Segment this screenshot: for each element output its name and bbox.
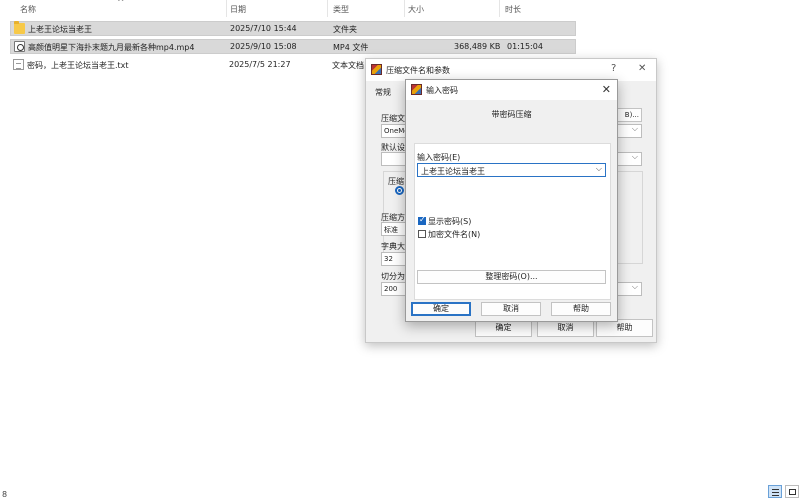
- file-date: 2025/7/10 15:44: [230, 24, 297, 33]
- file-row[interactable]: 高颜值明星下海扑末题九月最新各种mp4.mp4 2025/9/10 15:08 …: [10, 39, 576, 54]
- file-name: 密码，上老王论坛当老王.txt: [27, 61, 129, 70]
- sort-ascending-icon: ^: [117, 0, 125, 8]
- split-label: 切分为: [381, 272, 405, 281]
- winrar-icon: [371, 64, 382, 75]
- dictionary-label: 字典大: [381, 242, 405, 251]
- update-mode-dropdown[interactable]: [616, 152, 642, 166]
- file-name: 上老王论坛当老王: [28, 25, 92, 34]
- dialog-subtitle: 带密码压缩: [491, 110, 532, 119]
- show-password-checkbox[interactable]: [418, 215, 426, 225]
- format-radio[interactable]: [395, 186, 404, 195]
- password-label: 输入密码(E): [417, 153, 461, 162]
- close-icon[interactable]: ✕: [602, 83, 611, 96]
- winrar-icon: [411, 84, 422, 95]
- dialog-titlebar[interactable]: 压缩文件名和参数 ? ✕: [366, 59, 656, 81]
- encrypt-filenames-label[interactable]: 加密文件名(N): [428, 229, 480, 240]
- close-icon[interactable]: ✕: [638, 63, 646, 74]
- file-type: 文件夹: [333, 25, 357, 34]
- file-type: 文本文档: [332, 61, 364, 70]
- file-type: MP4 文件: [333, 43, 369, 52]
- file-size: 368,489 KB: [454, 42, 501, 51]
- column-header-size[interactable]: 大小: [408, 4, 424, 15]
- password-value: 上老王论坛当老王: [421, 167, 485, 176]
- archive-name-label: 压缩文: [381, 114, 405, 123]
- details-view-button[interactable]: [768, 485, 782, 498]
- column-divider[interactable]: [226, 0, 227, 17]
- show-password-label[interactable]: 显示密码(S): [428, 216, 471, 227]
- dialog-title: 压缩文件名和参数: [386, 66, 450, 75]
- file-date: 2025/9/10 15:08: [230, 42, 297, 51]
- text-file-icon: [13, 59, 24, 70]
- help-icon[interactable]: ?: [611, 63, 616, 74]
- tab-general[interactable]: 常规: [375, 87, 391, 98]
- status-item-count: 8: [2, 490, 8, 499]
- browse-button[interactable]: B)...: [616, 108, 642, 122]
- folder-icon: [14, 21, 25, 34]
- file-name: 高颜值明星下海扑末题九月最新各种mp4.mp4: [28, 43, 195, 52]
- file-date: 2025/7/5 21:27: [229, 60, 291, 69]
- cancel-button[interactable]: 取消: [481, 302, 541, 316]
- thumbnail-view-button[interactable]: [785, 485, 799, 498]
- archive-name-dropdown[interactable]: [616, 124, 642, 138]
- enter-password-dialog: 输入密码 ✕ 带密码压缩 输入密码(E) 上老王论坛当老王 ⌵ 显示密码(S) …: [405, 79, 618, 322]
- dialog-titlebar[interactable]: 输入密码 ✕: [406, 80, 617, 100]
- ok-button[interactable]: 确定: [411, 302, 471, 316]
- format-label: 压缩: [388, 177, 404, 186]
- column-header-duration[interactable]: 时长: [505, 4, 521, 15]
- password-input[interactable]: 上老王论坛当老王 ⌵: [417, 163, 606, 177]
- encrypt-filenames-checkbox[interactable]: [418, 230, 426, 238]
- file-row[interactable]: 上老王论坛当老王 2025/7/10 15:44 文件夹: [10, 21, 576, 36]
- column-header-bar: ^ 名称 日期 类型 大小 时长: [0, 0, 800, 18]
- column-header-name[interactable]: 名称: [20, 4, 36, 15]
- organize-passwords-button[interactable]: 整理密码(O)...: [417, 270, 606, 284]
- column-header-date[interactable]: 日期: [230, 4, 246, 15]
- column-header-type[interactable]: 类型: [333, 4, 349, 15]
- split-unit-dropdown[interactable]: [616, 282, 642, 296]
- help-button[interactable]: 帮助: [551, 302, 611, 316]
- video-file-icon: [14, 41, 25, 52]
- column-divider[interactable]: [404, 0, 405, 17]
- column-divider[interactable]: [327, 0, 328, 17]
- column-divider[interactable]: [499, 0, 500, 17]
- file-duration: 01:15:04: [507, 42, 543, 51]
- chevron-down-icon[interactable]: ⌵: [596, 164, 602, 174]
- dialog-title: 输入密码: [426, 86, 458, 95]
